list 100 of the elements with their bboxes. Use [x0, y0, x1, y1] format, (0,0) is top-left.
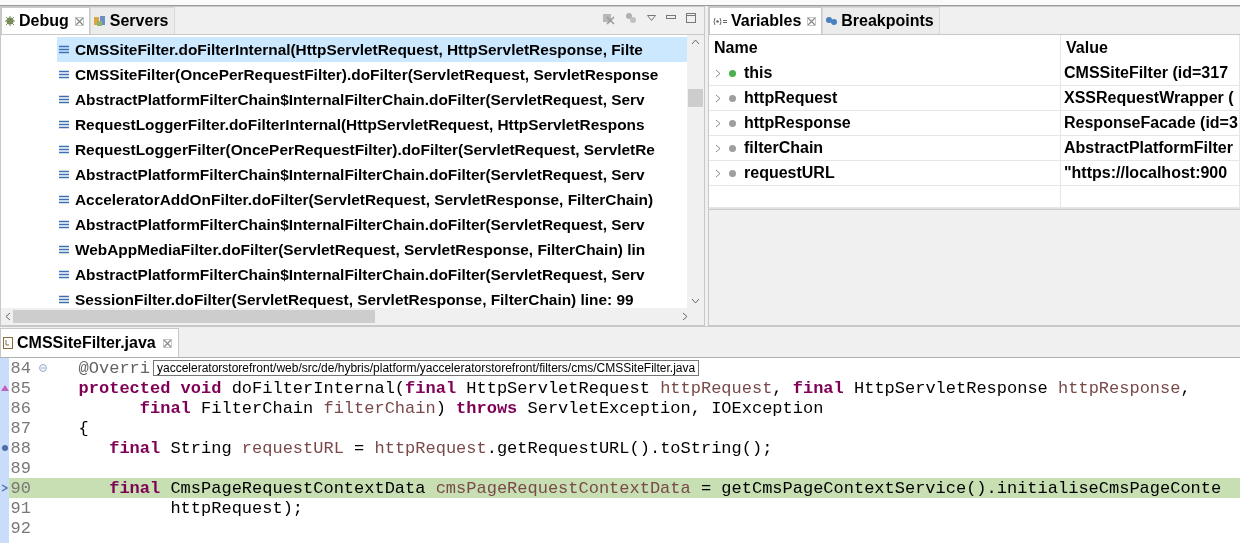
- stack-frame-row[interactable]: AcceleratorAddOnFilter.doFilter(ServletRequest, ServletResponse, FilterChain): [57, 187, 687, 212]
- line-number: 91: [9, 498, 32, 518]
- stack-frame-icon: [59, 120, 69, 129]
- minimize-icon[interactable]: [666, 15, 676, 20]
- stack-frame-row[interactable]: CMSSiteFilter.doFilterInternal(HttpServletRequest, HttpServletResponse, Filte: [57, 37, 687, 62]
- file-path-tooltip: yacceleratorstorefront/web/src/de/hybris/platform/yacceleratorstorefront/filters/cms/CMSSiteFilter.java: [153, 360, 700, 376]
- tab-close-icon[interactable]: [807, 16, 817, 26]
- java-file-icon: [3, 337, 13, 349]
- column-header[interactable]: Name: [709, 35, 1061, 61]
- scroll-left-icon[interactable]: [5, 312, 11, 321]
- stack-frame-icon: [59, 295, 69, 304]
- variable-name: requestURL: [744, 164, 835, 182]
- breakpoint-marker-icon: [0, 444, 9, 452]
- expand-icon[interactable]: [715, 168, 721, 178]
- variable-dot-icon: [729, 144, 736, 152]
- line-number: 84: [9, 358, 32, 378]
- code-line: httpRequest);: [169, 498, 304, 518]
- variable-dot-icon: [729, 119, 736, 127]
- code-line: final String requestURL = httpRequest.getRequestURL().toString();: [108, 438, 773, 458]
- stack-frame-label: CMSSiteFilter(OncePerRequestFilter).doFilter(ServletRequest, ServletResponse: [75, 65, 659, 84]
- expand-icon[interactable]: [715, 118, 721, 128]
- stack-frame-label: RequestLoggerFilter.doFilterInternal(HttpServletRequest, HttpServletRespons: [75, 115, 645, 134]
- scrollbar-thumb[interactable]: [13, 310, 375, 323]
- view-tab[interactable]: Debug: [1, 7, 90, 34]
- stack-frame-icon: [59, 220, 69, 229]
- variables-icon: [712, 16, 728, 26]
- tab-close-icon[interactable]: [162, 338, 172, 348]
- servers-icon: [92, 15, 107, 27]
- line-number: 86: [9, 398, 32, 418]
- stack-frame-row[interactable]: CMSSiteFilter(OncePerRequestFilter).doFilter(ServletRequest, ServletResponse: [57, 62, 687, 87]
- stack-frame-icon: [59, 70, 69, 79]
- stack-frame-label: AbstractPlatformFilterChain$InternalFilterChain.doFilter(ServletRequest, Serv: [75, 90, 645, 109]
- line-number: 89: [9, 458, 32, 478]
- column-header[interactable]: Value: [1061, 35, 1240, 61]
- stack-frame-icon: [59, 270, 69, 279]
- stack-frame-icon: [59, 170, 69, 179]
- view-tab[interactable]: Variables: [709, 7, 823, 34]
- stack-frame-icon: [59, 195, 69, 204]
- line-number: 90: [9, 478, 32, 498]
- code-line: final CmsPageRequestContextData cmsPageRequestContextData = getCmsPageContextService().initialiseCmsPageConte: [108, 478, 1222, 498]
- stack-frame-label: RequestLoggerFilter(OncePerRequestFilter).doFilter(ServletRequest, ServletRe: [75, 140, 655, 159]
- threads-icon[interactable]: [625, 11, 637, 24]
- variable-dot-icon: [729, 94, 736, 102]
- stack-frame-icon: [59, 45, 69, 54]
- variable-name: this: [744, 64, 773, 82]
- horizontal-scrollbar[interactable]: [1, 308, 704, 325]
- expand-icon[interactable]: [715, 143, 721, 153]
- stack-frame-label: WebAppMediaFilter.doFilter(ServletRequest, ServletResponse, FilterChain) lin: [75, 240, 646, 259]
- collapse-icon[interactable]: [39, 364, 47, 372]
- variable-value: XSSRequestWrapper (: [1064, 89, 1234, 107]
- override-marker-icon: [0, 385, 9, 391]
- view-tab[interactable]: Breakpoints: [822, 7, 940, 34]
- variable-name: httpRequest: [744, 89, 838, 107]
- editor-tab[interactable]: CMSSiteFilter.java: [0, 328, 179, 357]
- scrollbar-thumb[interactable]: [688, 89, 703, 107]
- stack-frame-label: AcceleratorAddOnFilter.doFilter(ServletRequest, ServletResponse, FilterChain): [75, 190, 654, 209]
- stack-frame-icon: [59, 145, 69, 154]
- line-number: 88: [9, 438, 32, 458]
- stack-frame-label: CMSSiteFilter.doFilterInternal(HttpServletRequest, HttpServletResponse, Filte: [75, 40, 643, 59]
- stack-frame-label: AbstractPlatformFilterChain$InternalFilterChain.doFilter(ServletRequest, Serv: [75, 215, 645, 234]
- bug-icon: [4, 15, 16, 27]
- stack-frame-icon: [59, 245, 69, 254]
- view-tab[interactable]: Servers: [89, 7, 175, 34]
- code-line: @Overri: [77, 358, 151, 378]
- scroll-down-icon[interactable]: [691, 298, 700, 304]
- code-line: {: [77, 418, 89, 438]
- variable-dot-icon: [729, 169, 736, 177]
- stack-frame-icon: [59, 95, 69, 104]
- expand-icon[interactable]: [715, 93, 721, 103]
- stack-frame-label: SessionFilter.doFilter(ServletRequest, ServletResponse, FilterChain) line: 99: [75, 290, 634, 308]
- code-line: protected void doFilterInternal(final HttpServletRequest httpRequest, final HttpServletResponse httpResponse,: [77, 378, 1191, 398]
- stack-frame-row[interactable]: AbstractPlatformFilterChain$InternalFilterChain.doFilter(ServletRequest, Serv: [57, 162, 687, 187]
- variable-value: ResponseFacade (id=3: [1064, 114, 1238, 132]
- stack-frame-row[interactable]: AbstractPlatformFilterChain$InternalFilterChain.doFilter(ServletRequest, Serv: [57, 212, 687, 237]
- stack-frame-row[interactable]: AbstractPlatformFilterChain$InternalFilterChain.doFilter(ServletRequest, Serv: [57, 262, 687, 287]
- line-number: 87: [9, 418, 32, 438]
- variable-dot-icon: [729, 69, 736, 77]
- stack-frame-label: AbstractPlatformFilterChain$InternalFilterChain.doFilter(ServletRequest, Serv: [75, 165, 645, 184]
- variable-value: AbstractPlatformFilter: [1064, 139, 1233, 157]
- variable-name: httpResponse: [744, 114, 851, 132]
- code-line: final FilterChain filterChain) throws ServletException, IOException: [138, 398, 824, 418]
- maximize-icon[interactable]: [686, 12, 696, 23]
- variable-name: filterChain: [744, 139, 824, 157]
- stack-frame-row[interactable]: RequestLoggerFilter.doFilterInternal(HttpServletRequest, HttpServletRespons: [57, 112, 687, 137]
- line-number: 92: [9, 518, 32, 538]
- scroll-up-icon[interactable]: [691, 39, 700, 45]
- stack-frame-label: AbstractPlatformFilterChain$InternalFilterChain.doFilter(ServletRequest, Serv: [75, 265, 645, 284]
- scroll-right-icon[interactable]: [682, 312, 688, 321]
- variable-value: CMSSiteFilter (id=317: [1064, 64, 1229, 82]
- vertical-scrollbar[interactable]: [687, 35, 704, 308]
- view-menu-icon[interactable]: [647, 14, 656, 21]
- stack-frame-row[interactable]: WebAppMediaFilter.doFilter(ServletRequest, ServletResponse, FilterChain) lin: [57, 237, 687, 262]
- stack-frame-row[interactable]: AbstractPlatformFilterChain$InternalFilterChain.doFilter(ServletRequest, Serv: [57, 87, 687, 112]
- expand-icon[interactable]: [715, 68, 721, 78]
- tab-close-icon[interactable]: [74, 16, 84, 26]
- line-number: 85: [9, 378, 32, 398]
- stack-frame-row[interactable]: RequestLoggerFilter(OncePerRequestFilter).doFilter(ServletRequest, ServletRe: [57, 137, 687, 162]
- breakpoints-icon: [825, 16, 839, 26]
- variable-value: "https://localhost:900: [1064, 164, 1228, 182]
- stack-frame-row[interactable]: SessionFilter.doFilter(ServletRequest, ServletResponse, FilterChain) line: 99: [57, 287, 687, 308]
